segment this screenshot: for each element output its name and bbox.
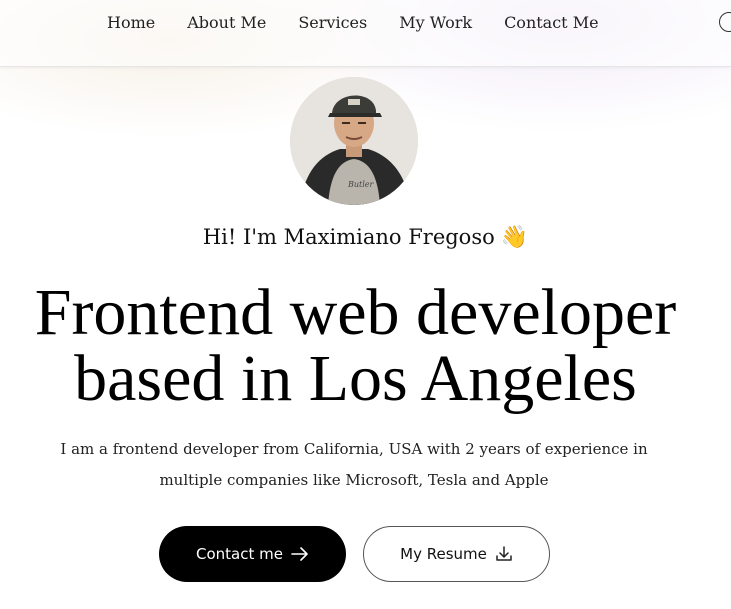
nav-contact-me[interactable]: Contact Me — [504, 13, 598, 32]
headline-line-2: based in Los Angeles — [74, 342, 637, 415]
theme-toggle-icon[interactable] — [719, 12, 731, 32]
download-icon — [496, 546, 512, 561]
nav-home[interactable]: Home — [107, 13, 155, 32]
greeting: Hi! I'm Maximiano Fregoso 👋 — [0, 225, 731, 250]
arrow-right-icon — [291, 547, 308, 561]
greeting-text: Hi! I'm Maximiano Fregoso — [202, 225, 495, 249]
contact-me-label: Contact me — [196, 545, 283, 563]
headline-line-1: Frontend web developer — [34, 276, 677, 349]
nav-links: Home About Me Services My Work Contact M… — [107, 13, 599, 32]
top-navbar: Home About Me Services My Work Contact M… — [0, 0, 731, 67]
nav-my-work[interactable]: My Work — [399, 13, 472, 32]
page-title: Frontend web developer based in Los Ange… — [0, 280, 711, 412]
my-resume-button[interactable]: My Resume — [363, 526, 550, 582]
my-resume-label: My Resume — [400, 545, 487, 563]
shirt-text: Butler — [347, 180, 375, 189]
profile-photo-icon: Butler — [290, 77, 418, 205]
avatar: Butler — [290, 77, 418, 205]
nav-services[interactable]: Services — [298, 13, 367, 32]
intro-text: I am a frontend developer from Californi… — [60, 440, 648, 489]
nav-about-me[interactable]: About Me — [187, 13, 266, 32]
waving-hand-icon: 👋 — [500, 225, 529, 250]
contact-me-button[interactable]: Contact me — [159, 526, 346, 582]
